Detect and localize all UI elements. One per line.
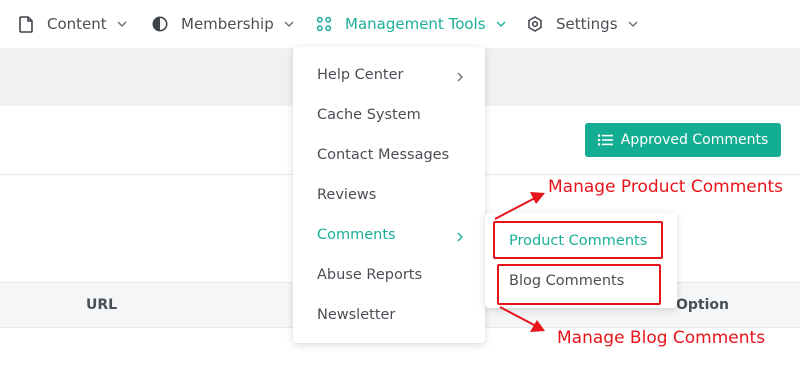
- menu-item-comments[interactable]: Comments: [317, 221, 477, 249]
- nav-item-label: Settings: [556, 15, 618, 33]
- gear-icon: [526, 15, 544, 33]
- nav-item-membership[interactable]: Membership: [151, 0, 294, 48]
- nav-item-label: Membership: [181, 15, 274, 33]
- menu-item-reviews[interactable]: Reviews: [317, 181, 477, 209]
- list-icon: [597, 134, 613, 146]
- document-icon: [17, 15, 35, 33]
- top-nav: Content Membership Management Tools Sett…: [0, 0, 800, 48]
- menu-item-contact-messages[interactable]: Contact Messages: [317, 141, 477, 169]
- nav-item-content[interactable]: Content: [17, 0, 127, 48]
- menu-item-label: Reviews: [317, 187, 377, 203]
- column-header-option: Option: [676, 297, 729, 313]
- menu-item-label: Newsletter: [317, 307, 396, 323]
- chevron-right-icon: [457, 70, 465, 82]
- menu-item-help-center[interactable]: Help Center: [317, 61, 477, 89]
- grid-icon: [315, 15, 333, 33]
- menu-item-label: Cache System: [317, 107, 421, 123]
- menu-item-label: Comments: [317, 227, 396, 243]
- menu-item-label: Help Center: [317, 67, 404, 83]
- chevron-down-icon: [628, 19, 638, 29]
- column-header-url: URL: [86, 297, 118, 313]
- nav-item-settings[interactable]: Settings: [526, 0, 638, 48]
- nav-item-management-tools[interactable]: Management Tools: [315, 0, 506, 48]
- nav-item-label: Content: [47, 15, 107, 33]
- menu-item-cache-system[interactable]: Cache System: [317, 101, 477, 129]
- blog-comments-highlight: [497, 264, 661, 305]
- annotation-manage-product-comments: Manage Product Comments: [548, 177, 784, 197]
- menu-item-label: Contact Messages: [317, 147, 450, 163]
- nav-item-label: Management Tools: [345, 15, 486, 33]
- approved-comments-label: Approved Comments: [620, 132, 769, 148]
- chevron-down-icon: [496, 19, 506, 29]
- contrast-icon: [151, 15, 169, 33]
- menu-item-label: Abuse Reports: [317, 267, 423, 283]
- product-comments-highlight: [493, 221, 663, 259]
- chevron-down-icon: [117, 19, 127, 29]
- approved-comments-button[interactable]: Approved Comments: [585, 123, 781, 157]
- chevron-right-icon: [457, 230, 465, 242]
- menu-item-newsletter[interactable]: Newsletter: [317, 301, 477, 329]
- annotation-manage-blog-comments: Manage Blog Comments: [557, 328, 766, 348]
- menu-item-abuse-reports[interactable]: Abuse Reports: [317, 261, 477, 289]
- management-tools-dropdown: Help Center Cache System Contact Message…: [293, 47, 485, 343]
- chevron-down-icon: [284, 19, 294, 29]
